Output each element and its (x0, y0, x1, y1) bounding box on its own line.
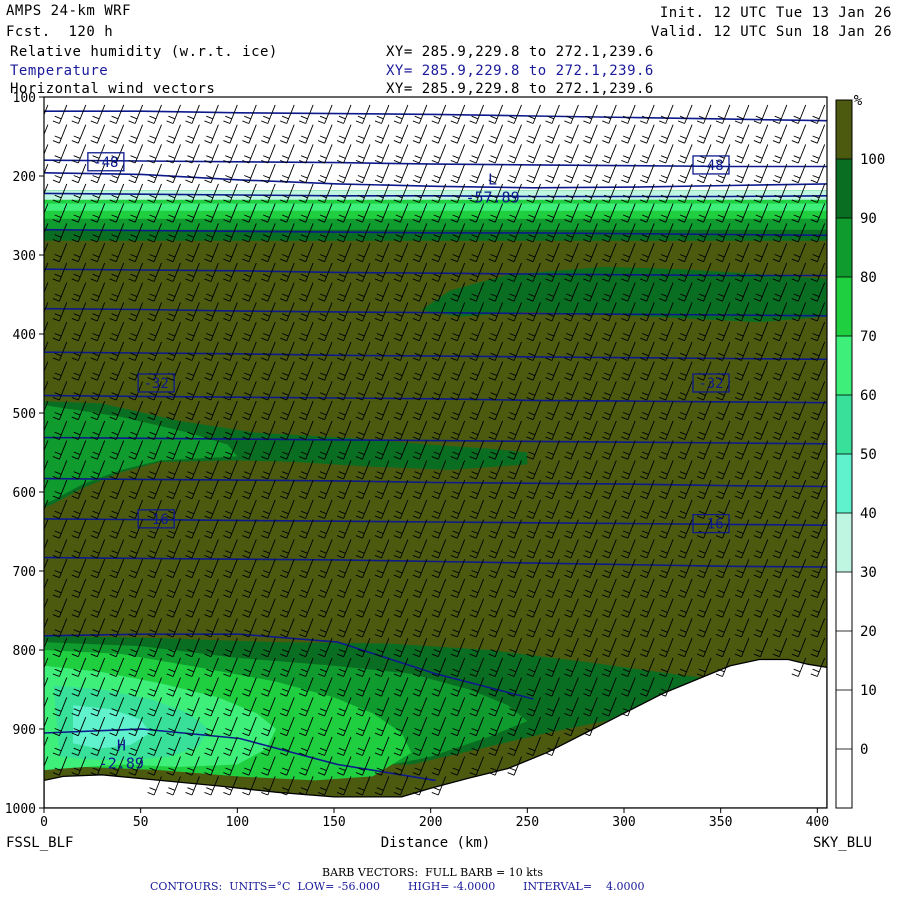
colorbar-label: 80 (860, 270, 877, 286)
colorbar-swatch (836, 277, 852, 336)
colorbar-swatch (836, 513, 852, 572)
y-tick-label: 100 (13, 91, 36, 106)
colorbar-swatch (836, 336, 852, 395)
y-tick-label: 1000 (5, 802, 36, 817)
colorbar-swatch (836, 395, 852, 454)
y-tick-label: 700 (13, 565, 36, 580)
colorbar-label: 50 (860, 447, 877, 463)
extremum-value: -2.89 (99, 754, 144, 772)
x-tick-label: 100 (226, 815, 249, 830)
x-tick-label: 50 (133, 815, 149, 830)
x-tick-label: 300 (612, 815, 635, 830)
extremum-H: H (117, 736, 126, 754)
colorbar-swatch (836, 572, 852, 631)
colorbar-label: 100 (860, 152, 885, 168)
colorbar-label: 30 (860, 565, 877, 581)
x-axis-title: Distance (km) (381, 835, 491, 851)
colorbar-swatch (836, 690, 852, 749)
colorbar-swatch (836, 218, 852, 277)
colorbar-swatch (836, 454, 852, 513)
colorbar-swatch (836, 749, 852, 808)
colorbar-unit: % (854, 93, 863, 109)
end-location-label: SKY_BLU (813, 835, 872, 851)
x-tick-label: 0 (40, 815, 48, 830)
start-location-label: FSSL_BLF (6, 835, 73, 851)
barb-legend: BARB VECTORS: FULL BARB = 10 kts (322, 866, 543, 879)
colorbar-swatch (836, 100, 852, 159)
extremum-value: -57.89 (465, 189, 519, 207)
contour-label: -16 (698, 517, 723, 533)
y-tick-label: 600 (13, 486, 36, 501)
x-tick-label: 400 (806, 815, 829, 830)
contour-label: -32 (143, 376, 168, 392)
extremum-L: L (488, 171, 497, 189)
x-tick-label: 150 (322, 815, 345, 830)
contour-label: -16 (143, 512, 168, 528)
contour-label: -48 (698, 158, 723, 174)
colorbar-label: 0 (860, 742, 868, 758)
colorbar-label: 40 (860, 506, 877, 522)
x-tick-label: 350 (709, 815, 732, 830)
colorbar-label: 90 (860, 211, 877, 227)
colorbar-label: 60 (860, 388, 877, 404)
y-tick-label: 300 (13, 249, 36, 264)
y-tick-label: 900 (13, 723, 36, 738)
y-tick-label: 200 (13, 170, 36, 185)
y-tick-label: 800 (13, 644, 36, 659)
contour-label: -32 (698, 376, 723, 392)
colorbar-label: 20 (860, 624, 877, 640)
y-tick-label: 500 (13, 407, 36, 422)
y-tick-label: 400 (13, 328, 36, 343)
x-tick-label: 200 (419, 815, 442, 830)
colorbar-swatch (836, 159, 852, 218)
colorbar-swatch (836, 631, 852, 690)
contour-label: -48 (93, 155, 118, 171)
cross-section-chart: -48 -48-32 -32-16 -16L-57.89H-2.89 0 50 100 15… (5, 91, 886, 851)
contour-legend: CONTOURS: UNITS=°C LOW= -56.000 HIGH= -4… (150, 880, 645, 893)
x-tick-label: 250 (516, 815, 539, 830)
colorbar-label: 70 (860, 329, 877, 345)
colorbar-label: 10 (860, 683, 877, 699)
